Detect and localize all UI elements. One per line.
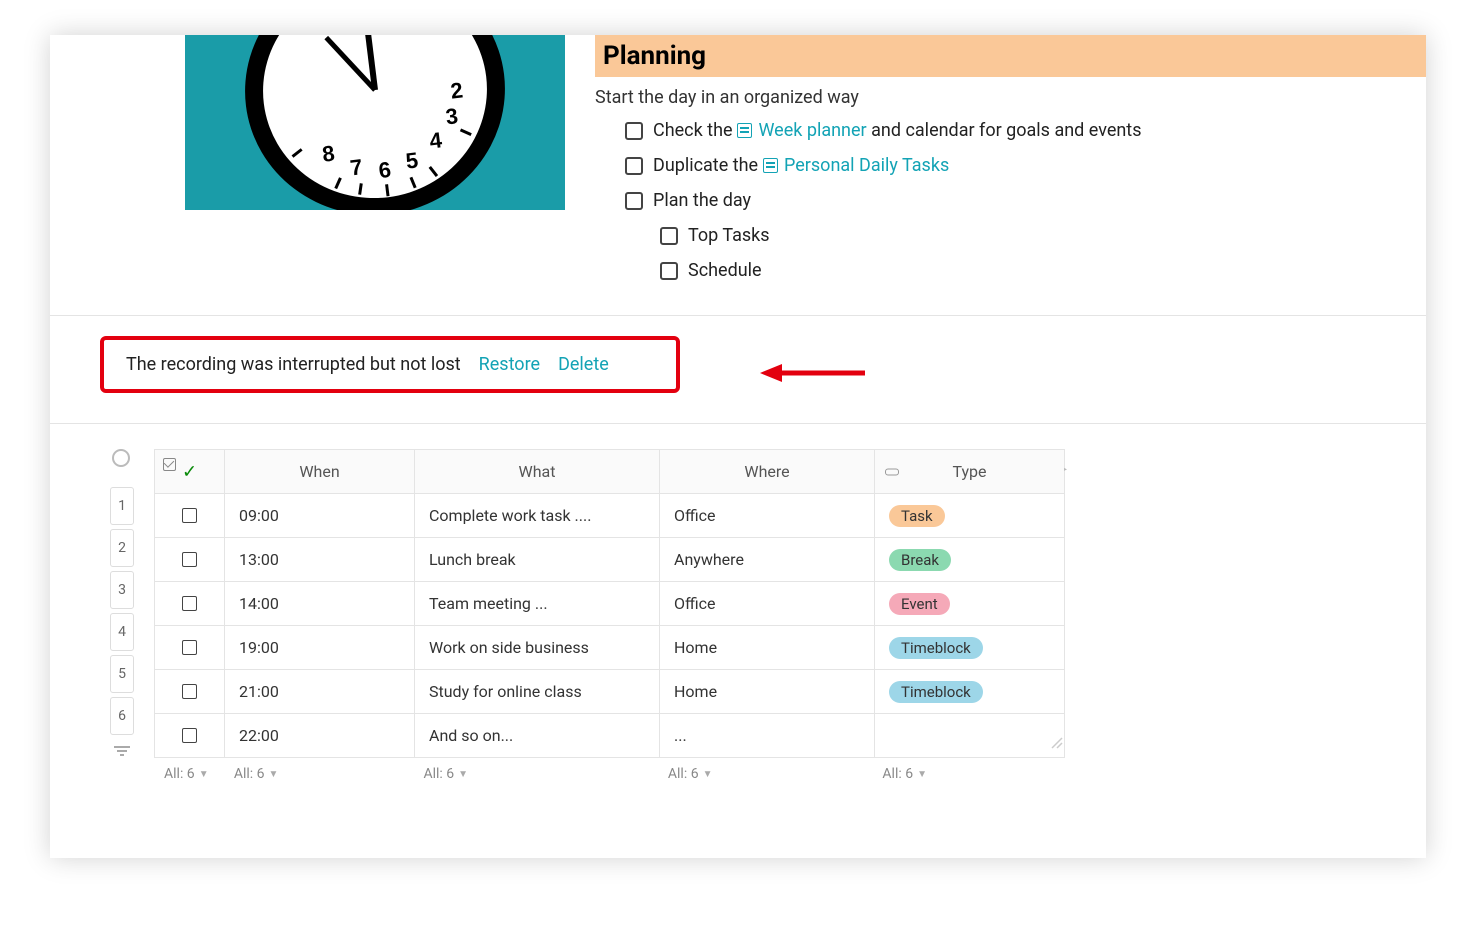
planning-checklist: Check the Week planner and calendar for … [625, 120, 1426, 211]
row-menu-icon[interactable] [110, 741, 134, 761]
row-number[interactable]: 3 [110, 571, 134, 609]
checkmark-icon: ✓ [182, 461, 197, 482]
footer-count[interactable]: All: 6▼ [224, 766, 414, 782]
cell-where[interactable]: Home [660, 670, 875, 714]
table-row[interactable]: 14:00Team meeting ...Office Event [155, 582, 1065, 626]
row-checkbox[interactable] [182, 684, 197, 699]
row-number[interactable]: 2 [110, 529, 134, 567]
table-footer: All: 6▼ All: 6▼ All: 6▼ All: 6▼ All: 6▼ [154, 766, 1062, 782]
row-number[interactable]: 6 [110, 697, 134, 735]
row-number[interactable]: 4 [110, 613, 134, 651]
footer-count[interactable]: All: 6▼ [658, 766, 873, 782]
checkbox-icon[interactable] [660, 262, 678, 280]
cell-type[interactable]: Event [875, 582, 1065, 626]
footer-count[interactable]: All: 6▼ [872, 766, 1062, 782]
tasks-table: ✓ When What Where Type 09:00Complete wor… [154, 449, 1065, 758]
select-all-checkbox-icon[interactable] [163, 458, 176, 471]
planning-heading: Planning [595, 35, 1426, 77]
table-row[interactable]: 19:00Work on side businessHome Timeblock [155, 626, 1065, 670]
recording-notice: The recording was interrupted but not lo… [100, 336, 680, 393]
cell-when[interactable]: 22:00 [225, 714, 415, 758]
planning-item: Schedule [660, 260, 1426, 281]
column-header-what[interactable]: What [415, 450, 660, 494]
planning-sublist: Top Tasks Schedule [660, 225, 1426, 281]
row-number[interactable]: 1 [110, 487, 134, 525]
cell-where[interactable]: Office [660, 494, 875, 538]
column-header-type[interactable]: Type [875, 450, 1065, 494]
cell-type[interactable]: Break [875, 538, 1065, 582]
cell-what[interactable]: Work on side business [415, 626, 660, 670]
planning-item: Plan the day [625, 190, 1426, 211]
table-row[interactable]: 22:00And so on...... [155, 714, 1065, 758]
row-checkbox[interactable] [182, 552, 197, 567]
cell-when[interactable]: 21:00 [225, 670, 415, 714]
row-checkbox[interactable] [182, 640, 197, 655]
checkbox-icon[interactable] [625, 157, 643, 175]
cell-where[interactable]: Office [660, 582, 875, 626]
footer-count[interactable]: All: 6▼ [154, 766, 224, 782]
planning-subtitle: Start the day in an organized way [595, 87, 1426, 108]
type-tag: Task [889, 505, 945, 527]
cell-when[interactable]: 19:00 [225, 626, 415, 670]
cell-what[interactable]: Lunch break [415, 538, 660, 582]
cell-type[interactable] [875, 714, 1065, 758]
divider [50, 315, 1426, 316]
checkbox-icon[interactable] [625, 192, 643, 210]
column-header-when[interactable]: When [225, 450, 415, 494]
type-tag: Break [889, 549, 951, 571]
planning-item: Duplicate the Personal Daily Tasks [625, 155, 1426, 176]
footer-count[interactable]: All: 6▼ [413, 766, 657, 782]
cell-when[interactable]: 13:00 [225, 538, 415, 582]
planning-item: Check the Week planner and calendar for … [625, 120, 1426, 141]
cell-what[interactable]: And so on... [415, 714, 660, 758]
annotation-arrow-icon [760, 358, 870, 388]
planning-item: Top Tasks [660, 225, 1426, 246]
cell-what[interactable]: Study for online class [415, 670, 660, 714]
column-header-where[interactable]: Where [660, 450, 875, 494]
type-tag: Event [889, 593, 950, 615]
personal-daily-tasks-link[interactable]: Personal Daily Tasks [763, 155, 950, 176]
page-icon [737, 123, 752, 138]
cell-what[interactable]: Complete work task .... [415, 494, 660, 538]
notice-message: The recording was interrupted but not lo… [126, 354, 461, 375]
cell-when[interactable]: 14:00 [225, 582, 415, 626]
restore-link[interactable]: Restore [479, 354, 540, 375]
checkbox-icon[interactable] [660, 227, 678, 245]
cell-what[interactable]: Team meeting ... [415, 582, 660, 626]
clock-image: 4 5 6 7 8 3 2 [185, 35, 565, 210]
row-checkbox[interactable] [182, 596, 197, 611]
column-header-done[interactable]: ✓ [155, 450, 225, 494]
week-planner-link[interactable]: Week planner [737, 120, 867, 141]
cell-when[interactable]: 09:00 [225, 494, 415, 538]
cell-where[interactable]: Home [660, 626, 875, 670]
cell-where[interactable]: Anywhere [660, 538, 875, 582]
row-checkbox[interactable] [182, 508, 197, 523]
row-number[interactable]: 5 [110, 655, 134, 693]
table-row[interactable]: 21:00Study for online classHome Timeblock [155, 670, 1065, 714]
pill-icon [885, 468, 899, 475]
row-checkbox[interactable] [182, 728, 197, 743]
cell-where[interactable]: ... [660, 714, 875, 758]
table-row[interactable]: 09:00Complete work task ....Office Task [155, 494, 1065, 538]
cell-type[interactable]: Timeblock [875, 670, 1065, 714]
table-row[interactable]: 13:00Lunch breakAnywhere Break [155, 538, 1065, 582]
page-icon [763, 158, 778, 173]
cell-type[interactable]: Timeblock [875, 626, 1065, 670]
row-selector-toggle[interactable] [112, 449, 130, 467]
delete-link[interactable]: Delete [558, 354, 609, 375]
checkbox-icon[interactable] [625, 122, 643, 140]
type-tag: Timeblock [889, 637, 983, 659]
resize-handle-icon[interactable] [1050, 736, 1064, 750]
cell-type[interactable]: Task [875, 494, 1065, 538]
type-tag: Timeblock [889, 681, 983, 703]
